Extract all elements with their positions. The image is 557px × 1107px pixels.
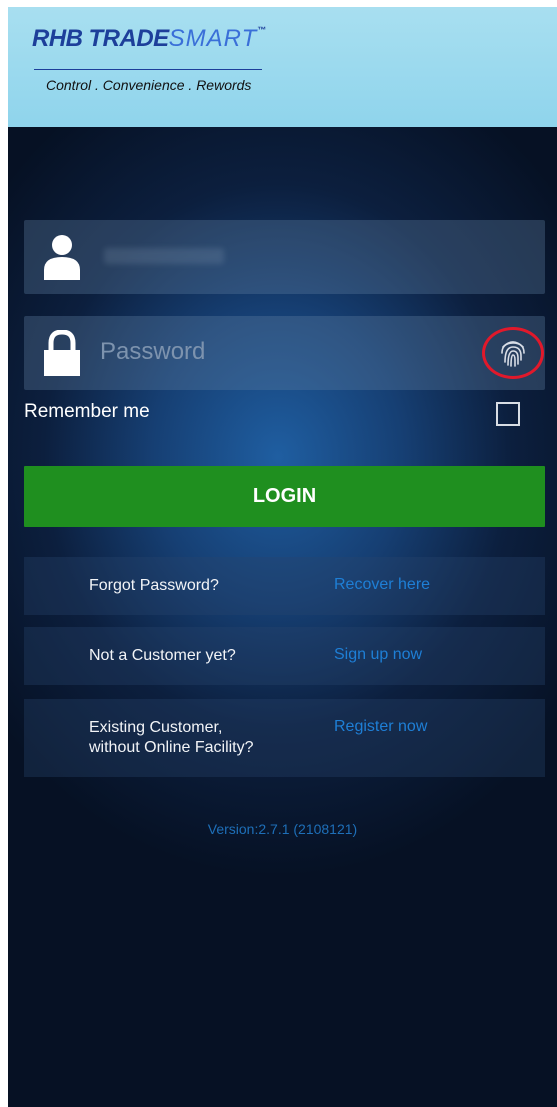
fingerprint-icon [501, 341, 525, 367]
not-customer-text: Not a Customer yet? [89, 647, 236, 664]
forgot-password-text: Forgot Password? [89, 577, 219, 594]
lock-icon [42, 329, 82, 376]
sign-up-link[interactable]: Sign up now [334, 646, 422, 664]
existing-customer-text: Existing Customer, without Online Facili… [89, 718, 254, 758]
remember-me-checkbox[interactable] [496, 402, 520, 426]
rhb-tradesmart-logo: RHB TRADESMART™ Control . Convenience . R… [32, 25, 272, 105]
register-now-link[interactable]: Register now [334, 718, 427, 736]
logo-divider [34, 69, 262, 70]
username-field[interactable] [24, 220, 545, 294]
fingerprint-button[interactable] [482, 327, 544, 379]
password-placeholder: Password [100, 338, 206, 365]
brand-rhb: RHB [32, 25, 83, 52]
brand-trade: TRADE [88, 25, 170, 52]
trademark-symbol: ™ [257, 25, 266, 35]
password-field[interactable]: Password [24, 316, 545, 390]
existing-customer-row: Existing Customer, without Online Facili… [24, 699, 545, 777]
not-customer-row: Not a Customer yet? Sign up now [24, 627, 545, 685]
app-version: Version:2.7.1 (2108121) [207, 821, 358, 837]
forgot-password-row: Forgot Password? Recover here [24, 557, 545, 615]
tagline: Control . Convenience . Rewords [46, 77, 252, 93]
remember-me-label: Remember me [24, 401, 150, 422]
brand-wordmark: RHB TRADESMART™ [32, 25, 266, 53]
recover-here-link[interactable]: Recover here [334, 576, 430, 594]
username-value-redacted [104, 248, 224, 264]
login-button[interactable]: LOGIN [24, 466, 545, 527]
existing-customer-line2: without Online Facility? [89, 739, 254, 756]
app-frame: RHB TRADESMART™ Control . Convenience . R… [8, 7, 557, 1107]
user-icon [42, 234, 82, 280]
app-header: RHB TRADESMART™ Control . Convenience . R… [8, 7, 557, 127]
login-panel: Password Remember me LOGIN Forgot Passwo… [8, 127, 557, 1107]
existing-customer-line1: Existing Customer, [89, 719, 223, 736]
brand-smart: SMART [168, 25, 258, 52]
